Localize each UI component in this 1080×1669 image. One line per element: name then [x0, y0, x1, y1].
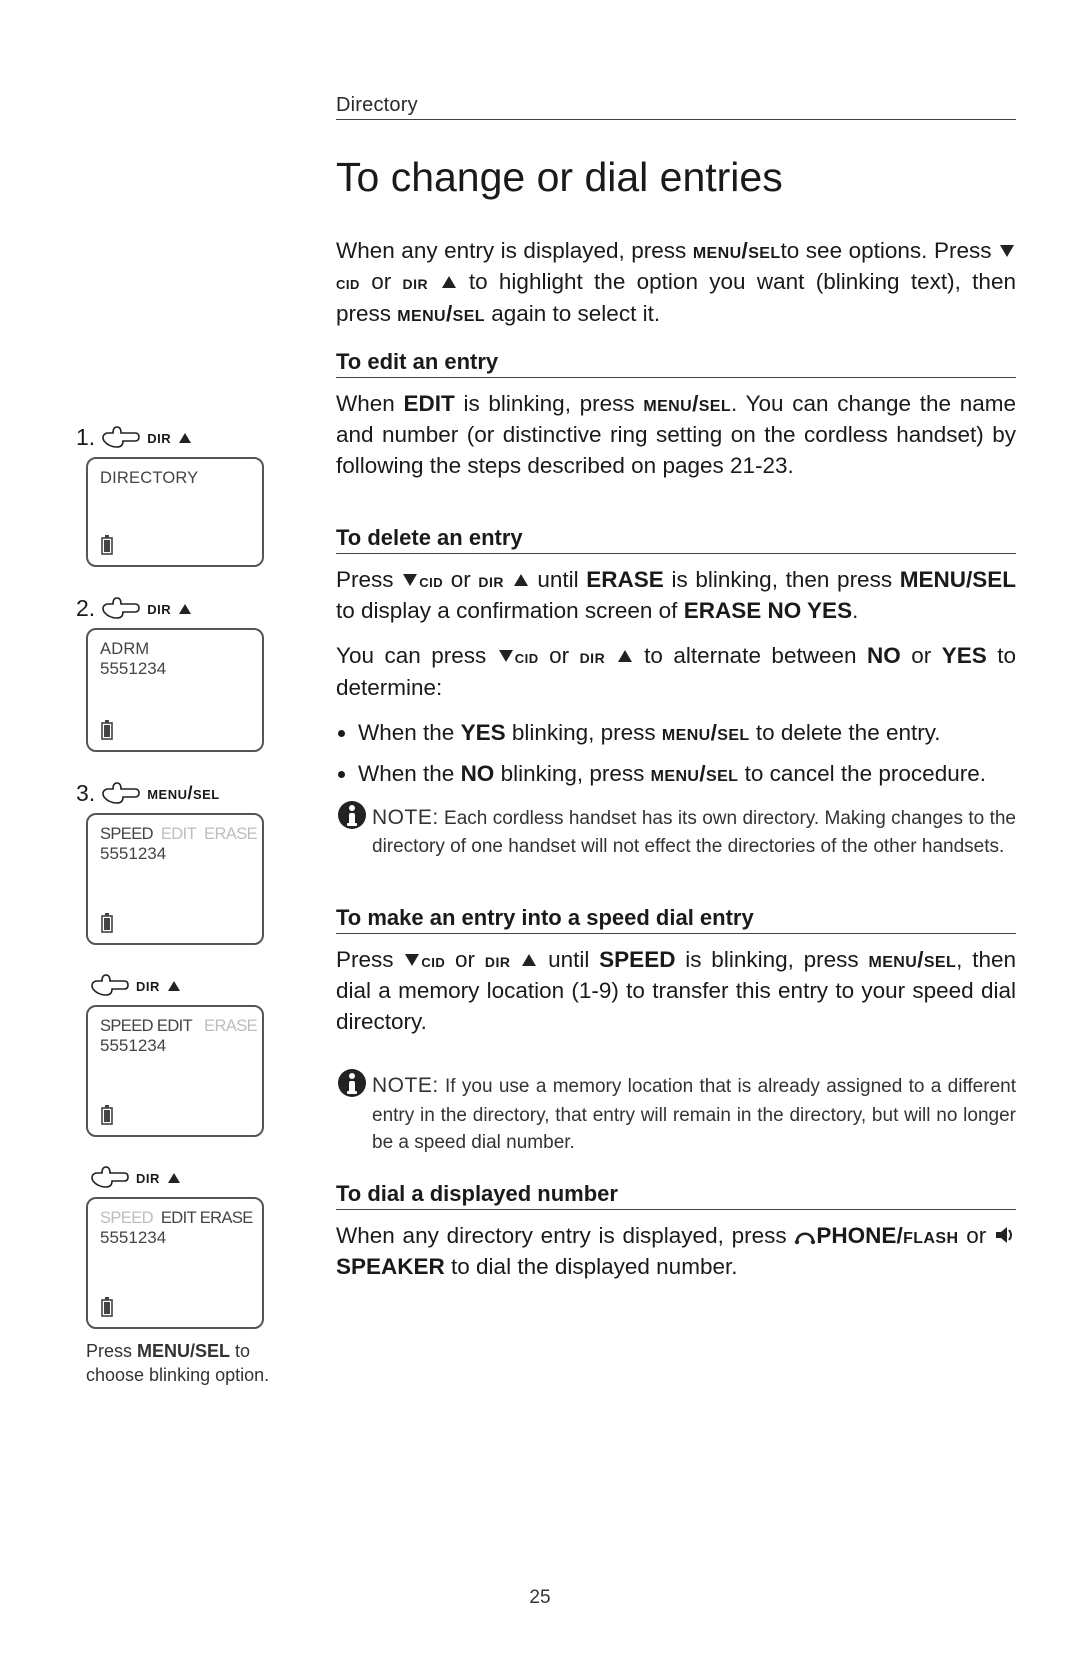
speed-heading: To make an entry into a speed dial entry: [336, 905, 1016, 934]
lcd-screen-5: SPEED EDIT ERASE 5551234: [86, 1197, 264, 1329]
up-triangle-icon: [512, 572, 530, 588]
sidebar-step-2: 2. dir ADRM 5551234: [76, 595, 330, 752]
hand-pointer-icon: [101, 425, 141, 451]
info-icon: [336, 799, 368, 831]
sidebar-step-1: 1. dir DIRECTORY: [76, 424, 330, 567]
edit-heading: To edit an entry: [336, 349, 1016, 378]
battery-icon: [100, 720, 114, 740]
sidebar-step-3: 3. menu/sel SPEED EDIT ERASE 5551234: [76, 780, 330, 945]
battery-icon: [100, 535, 114, 555]
down-triangle-icon: [998, 243, 1016, 259]
section-header: Directory: [336, 94, 1016, 120]
info-icon: [336, 1067, 368, 1099]
battery-icon: [100, 1297, 114, 1317]
cid-label: cid: [336, 273, 360, 294]
manual-page: Directory To change or dial entries When…: [0, 0, 1080, 1669]
hand-pointer-icon: [90, 973, 130, 999]
lcd-screen-4: SPEED EDIT ERASE 5551234: [86, 1005, 264, 1137]
up-triangle-icon: [440, 274, 458, 290]
lcd-screen-1: DIRECTORY: [86, 457, 264, 567]
up-triangle-icon: [166, 1171, 182, 1185]
up-triangle-icon: [166, 979, 182, 993]
up-triangle-icon: [177, 431, 193, 445]
dial-para: When any directory entry is displayed, p…: [336, 1220, 1016, 1282]
hand-pointer-icon: [90, 1165, 130, 1191]
hand-pointer-icon: [101, 596, 141, 622]
sidebar-step-3b: dir SPEED EDIT ERASE 5551234: [76, 973, 330, 1137]
edit-para: When EDIT is blinking, press menu/sel. Y…: [336, 388, 1016, 481]
speaker-icon: [994, 1225, 1016, 1245]
delete-note: NOTE: Each cordless handset has its own …: [336, 803, 1016, 861]
sidebar: 1. dir DIRECTORY 2. dir ADRM 5551234: [76, 424, 330, 1388]
delete-heading: To delete an entry: [336, 525, 1016, 554]
dial-heading: To dial a displayed number: [336, 1181, 1016, 1210]
hand-pointer-icon: [101, 781, 141, 807]
sidebar-caption: Press MENU/SEL to choose blinking option…: [86, 1339, 286, 1388]
page-number: 25: [0, 1587, 1080, 1609]
delete-bullets: When the YES blinking, press menu/sel to…: [336, 717, 1016, 789]
main-column: Directory To change or dial entries When…: [336, 94, 1016, 1282]
phone-icon: [794, 1225, 816, 1245]
down-triangle-icon: [403, 952, 421, 968]
battery-icon: [100, 913, 114, 933]
delete-para-2: You can press cid or dir to alternate be…: [336, 640, 1016, 702]
page-title: To change or dial entries: [336, 154, 1016, 201]
list-item: When the NO blinking, press menu/sel to …: [358, 758, 1016, 789]
down-triangle-icon: [497, 648, 515, 664]
dir-label: dir: [403, 272, 429, 294]
intro-paragraph: When any entry is displayed, press menu/…: [336, 235, 1016, 328]
sidebar-step-3c: dir SPEED EDIT ERASE 5551234: [76, 1165, 330, 1329]
menusel-label: menu/sel: [397, 301, 485, 326]
speed-note: NOTE: If you use a memory location that …: [336, 1071, 1016, 1157]
speed-para: Press cid or dir until SPEED is blinking…: [336, 944, 1016, 1037]
up-triangle-icon: [520, 952, 538, 968]
lcd-screen-2: ADRM 5551234: [86, 628, 264, 752]
menusel-label: menu/sel: [693, 238, 781, 263]
up-triangle-icon: [177, 602, 193, 616]
down-triangle-icon: [401, 572, 419, 588]
list-item: When the YES blinking, press menu/sel to…: [358, 717, 1016, 748]
battery-icon: [100, 1105, 114, 1125]
lcd-screen-3: SPEED EDIT ERASE 5551234: [86, 813, 264, 945]
delete-para-1: Press cid or dir until ERASE is blinking…: [336, 564, 1016, 626]
up-triangle-icon: [616, 648, 634, 664]
